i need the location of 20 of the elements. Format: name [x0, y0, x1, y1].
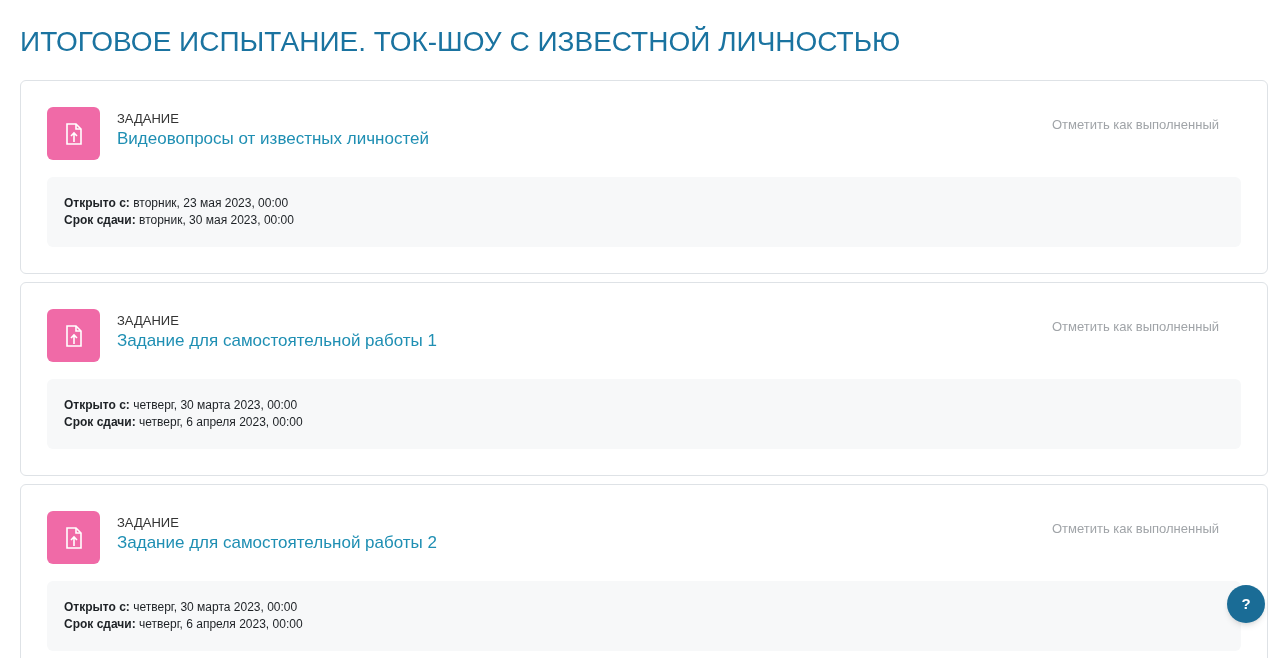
- activity-type: ЗАДАНИЕ: [117, 515, 180, 531]
- mark-done-button[interactable]: Отметить как выполненный: [1051, 317, 1219, 337]
- assignment-icon: [47, 309, 100, 362]
- help-button[interactable]: ?: [1227, 585, 1265, 623]
- date-line: Открыто с: четверг, 30 марта 2023, 00:00: [64, 599, 299, 616]
- section-title: ИТОГОВОЕ ИСПЫТАНИЕ. ТОК-ШОУ С ИЗВЕСТНОЙ ЛИЧНОСТЬЮ: [20, 25, 902, 59]
- activity-link[interactable]: Задание для самостоятельной работы 2: [117, 531, 437, 555]
- activity-type: ЗАДАНИЕ: [117, 313, 180, 329]
- mark-done-button[interactable]: Отметить как выполненный: [1051, 115, 1219, 135]
- assignment-icon: [47, 107, 100, 160]
- activity-type: ЗАДАНИЕ: [117, 111, 180, 127]
- mark-done-button[interactable]: Отметить как выполненный: [1051, 519, 1219, 539]
- date-line: Открыто с: вторник, 23 мая 2023, 00:00: [64, 195, 290, 212]
- date-line: Срок сдачи: четверг, 6 апреля 2023, 00:00: [64, 414, 304, 431]
- date-line: Открыто с: четверг, 30 марта 2023, 00:00: [64, 397, 299, 414]
- date-line: Срок сдачи: четверг, 6 апреля 2023, 00:00: [64, 616, 304, 633]
- activity-link[interactable]: Задание для самостоятельной работы 1: [117, 329, 437, 353]
- assignment-icon: [47, 511, 100, 564]
- activity-link[interactable]: Видеовопросы от известных личностей: [117, 127, 429, 151]
- date-line: Срок сдачи: вторник, 30 мая 2023, 00:00: [64, 212, 295, 229]
